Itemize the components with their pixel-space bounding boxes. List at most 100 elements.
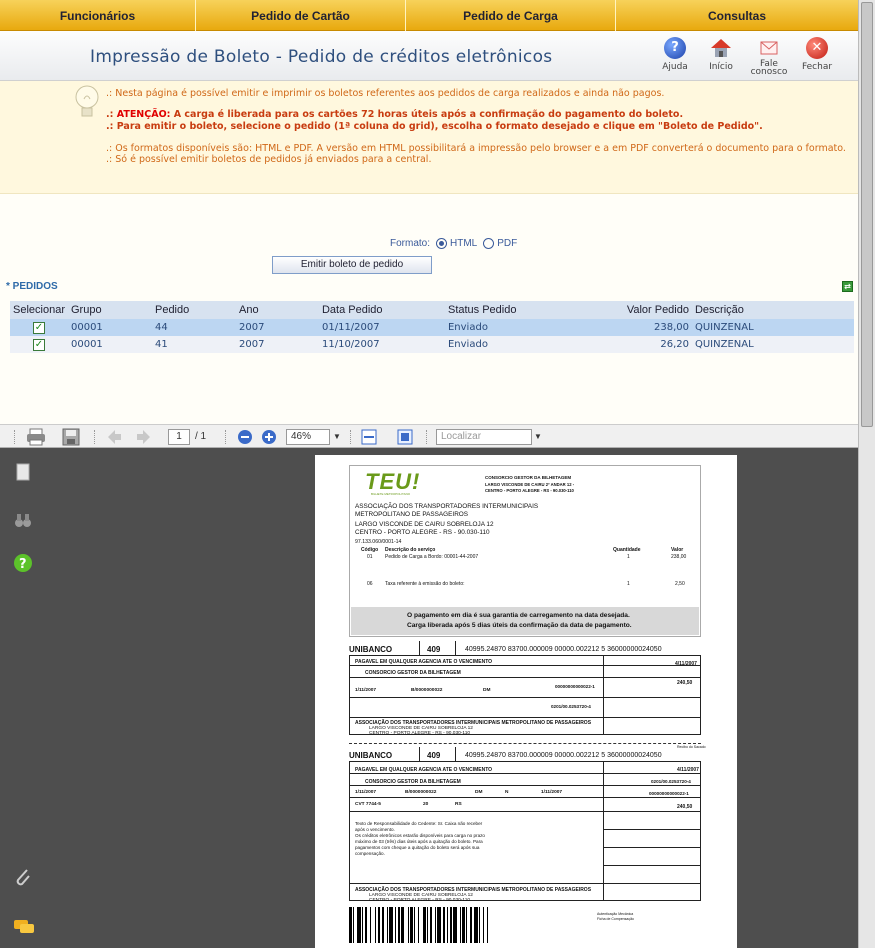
close-label: Fechar (801, 62, 833, 72)
contact-button[interactable]: Fale conosco (746, 37, 792, 77)
barcode-bar (389, 907, 394, 943)
bank-name: UNIBANCO (349, 645, 393, 654)
comments-icon[interactable] (12, 916, 36, 940)
cedente: CONSORCIO GESTOR DA BILHETAGEM (365, 779, 461, 785)
select-check-icon[interactable]: ✓ (33, 321, 45, 334)
home-button[interactable]: Início (698, 37, 744, 72)
sacado-line-3: CENTRO - PORTO ALEGRE - RS - 90.030-110 (369, 898, 471, 903)
col-grupo[interactable]: Grupo (67, 301, 152, 319)
scrollbar-thumb[interactable] (861, 2, 873, 427)
zoom-out-button[interactable] (236, 428, 254, 446)
barcode-bar (362, 907, 364, 943)
divider (419, 641, 420, 655)
species: DM (475, 790, 483, 795)
barcode-bar (459, 907, 461, 943)
radio-pdf[interactable] (483, 238, 495, 249)
help-label: Ajuda (662, 62, 688, 72)
menu-consultas[interactable]: Consultas (616, 0, 858, 31)
help-pdf-icon[interactable]: ? (12, 552, 36, 576)
barcode-bar (453, 907, 457, 943)
excel-export-icon[interactable]: ⇄ (842, 281, 853, 292)
arrow-right-icon (137, 430, 150, 444)
bank-code: 409 (427, 751, 441, 760)
barcode-bar (486, 907, 489, 943)
cell-pedido: 44 (151, 319, 236, 336)
pages-panel-icon[interactable] (12, 462, 36, 486)
col-ano[interactable]: Ano (235, 301, 319, 319)
table-row[interactable]: ✓ 00001 44 2007 01/11/2007 Enviado 238,0… (10, 319, 854, 336)
cell-status: Enviado (444, 336, 567, 353)
barcode-bar (410, 907, 413, 943)
aceite: N (505, 790, 509, 795)
col-pedido[interactable]: Pedido (151, 301, 236, 319)
col-data[interactable]: Data Pedido (318, 301, 445, 319)
barcode-bar (398, 907, 400, 943)
barcode-bar (469, 907, 473, 943)
print-icon (27, 428, 45, 446)
items-head-desc: Descrição do serviço (385, 547, 436, 553)
select-check-icon[interactable]: ✓ (33, 338, 45, 351)
next-page-button[interactable] (136, 428, 152, 446)
autent-label: Autenticação Mecânica (597, 912, 634, 916)
info-line-5: .: Só é possível emitir boletos de pedid… (106, 154, 432, 165)
zoom-input[interactable]: 46% (286, 429, 330, 445)
barcode-bar (482, 907, 485, 943)
barcode-bar (423, 907, 426, 943)
attachment-icon[interactable] (12, 866, 36, 890)
zoom-dropdown-icon[interactable]: ▼ (331, 429, 343, 445)
divider (603, 655, 604, 735)
row-select-cell[interactable]: ✓ (10, 319, 68, 336)
barcode-bar (479, 907, 481, 943)
agencia-codigo: 0201/00.0253720-4 (551, 704, 591, 709)
item-qty: 1 (627, 554, 630, 560)
menu-pedido-cartao[interactable]: Pedido de Cartão (196, 0, 406, 31)
save-button[interactable] (62, 428, 80, 446)
page-scrollbar[interactable] (858, 0, 875, 948)
info-attention: .: ATENÇÃO: A carga é liberada para os c… (106, 109, 683, 120)
close-button[interactable]: ✕ Fechar (794, 37, 840, 72)
fit-width-button[interactable] (360, 428, 378, 446)
search-dropdown-icon[interactable]: ▼ (532, 429, 544, 445)
col-status[interactable]: Status Pedido (444, 301, 567, 319)
radio-pdf-label[interactable]: PDF (497, 238, 517, 249)
divider (349, 797, 701, 798)
items-head-value: Valor (671, 547, 684, 553)
emit-boleto-button[interactable]: Emitir boleto de pedido (272, 256, 432, 274)
cell-data: 01/11/2007 (318, 319, 445, 336)
pay-place: PAGAVEL EM QUALQUER AGENCIA ATE O VENCIM… (355, 659, 493, 665)
instr-line-6: compensação. (355, 851, 385, 856)
radio-html-label[interactable]: HTML (450, 238, 477, 249)
barcode-bar (417, 907, 420, 943)
col-descricao[interactable]: Descrição (691, 301, 854, 319)
row-select-cell[interactable]: ✓ (10, 336, 68, 353)
divider (349, 665, 701, 666)
table-row[interactable]: ✓ 00001 41 2007 11/10/2007 Enviado 26,20… (10, 336, 854, 353)
help-button[interactable]: ? Ajuda (652, 37, 698, 72)
barcode-bar (414, 907, 416, 943)
cell-grupo: 00001 (67, 336, 152, 353)
barcode (349, 907, 585, 943)
col-valor[interactable]: Valor Pedido (566, 301, 692, 319)
zoom-in-button[interactable] (260, 428, 278, 446)
client-line-4: CENTRO - PORTO ALEGRE - RS - 90.030-110 (355, 529, 490, 536)
binoculars-icon[interactable] (12, 510, 36, 534)
page-number-input[interactable]: 1 (168, 429, 190, 445)
due-date: 4/11/2007 (675, 661, 697, 667)
info-line-4: .: Os formatos disponíveis são: HTML e P… (106, 143, 846, 154)
print-button[interactable] (26, 428, 46, 446)
divider (603, 865, 701, 866)
search-input[interactable]: Localizar (436, 429, 532, 445)
menu-pedido-carga[interactable]: Pedido de Carga (406, 0, 616, 31)
item-desc: Pedido de Carga a Bordo: 00001-44-2007 (385, 554, 479, 560)
menu-funcionarios[interactable]: Funcionários (0, 0, 196, 31)
divider (349, 773, 701, 774)
home-icon (710, 37, 732, 59)
col-selecionar[interactable]: Selecionar (10, 301, 68, 319)
contact-label-2: conosco (750, 67, 788, 77)
zoom-in-icon (262, 430, 276, 444)
item-code: 06 (367, 581, 373, 587)
prev-page-button[interactable] (106, 428, 122, 446)
radio-html[interactable] (436, 238, 448, 249)
fit-page-button[interactable] (396, 428, 414, 446)
carteira: CVT 7744-5 (355, 802, 381, 807)
